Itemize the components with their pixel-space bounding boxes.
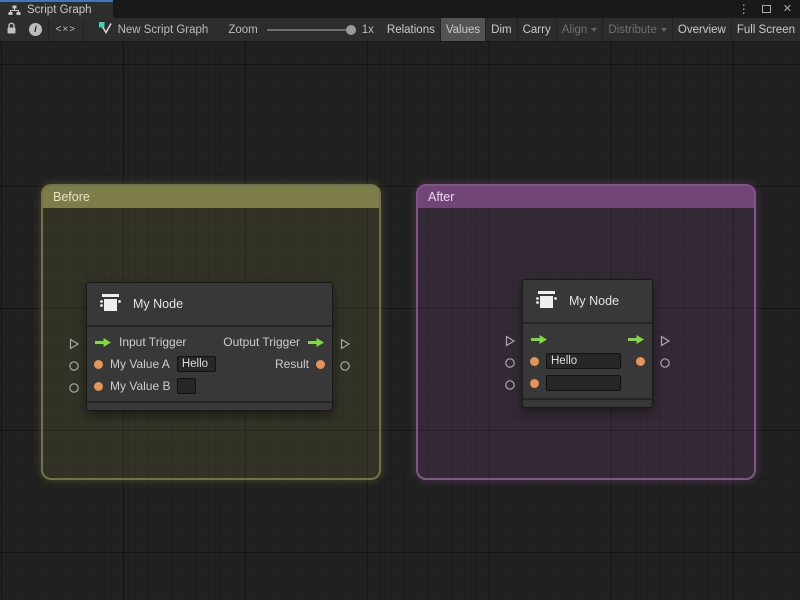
graph-canvas[interactable]: Before After My Node — [0, 42, 800, 600]
node-header[interactable]: My Node — [87, 283, 332, 327]
node-title: My Node — [133, 297, 183, 311]
unit-icon — [534, 288, 559, 315]
external-value-out-marker[interactable] — [659, 357, 671, 369]
external-value-in-marker[interactable] — [504, 379, 516, 391]
group-after-header[interactable]: After — [418, 186, 754, 208]
zoom-slider-knob[interactable] — [346, 25, 356, 35]
tab-bar: Script Graph ⋮ ✕ — [0, 0, 800, 18]
graph-asset: New Script Graph — [98, 18, 209, 41]
node-footer — [523, 398, 652, 407]
value-a-input[interactable] — [177, 356, 216, 372]
external-value-in-marker[interactable] — [68, 382, 80, 394]
close-icon[interactable]: ✕ — [783, 4, 792, 15]
external-value-in-marker[interactable] — [68, 360, 80, 372]
port-row — [523, 350, 652, 372]
value-in-port-icon[interactable] — [94, 360, 103, 369]
chevron-down-icon — [591, 28, 597, 32]
zoom-slider[interactable] — [267, 29, 353, 31]
external-flow-in-marker[interactable] — [504, 335, 516, 347]
code-view-button[interactable]: <×> — [48, 18, 83, 41]
toolbar-toggle-buttons: Relations Values Dim Carry Align Distrib… — [382, 18, 800, 41]
graph-toolbar: i <×> New Script Graph Zoom 1x Relations… — [0, 18, 800, 42]
node-my-node-after[interactable]: My Node — [522, 279, 653, 408]
group-before-header[interactable]: Before — [43, 186, 379, 208]
value-b-input[interactable] — [546, 375, 621, 391]
tab-title: Script Graph — [27, 4, 92, 16]
node-header[interactable]: My Node — [523, 280, 652, 324]
external-value-out-marker[interactable] — [339, 360, 351, 372]
window-controls: ⋮ ✕ — [738, 0, 792, 18]
port-label: Output Trigger — [223, 335, 300, 349]
distribute-dropdown[interactable]: Distribute — [603, 18, 672, 41]
group-title: Before — [53, 190, 90, 204]
maximize-icon[interactable] — [762, 5, 771, 13]
lock-icon — [6, 22, 17, 38]
hierarchy-icon — [8, 5, 21, 16]
dim-button[interactable]: Dim — [486, 18, 516, 41]
external-flow-in-marker[interactable] — [68, 338, 80, 350]
inspect-button[interactable]: i — [23, 18, 48, 41]
port-label: My Value B — [110, 379, 170, 393]
code-icon: <×> — [56, 24, 77, 35]
kebab-menu-icon[interactable]: ⋮ — [738, 3, 750, 15]
graph-asset-name: New Script Graph — [118, 24, 209, 36]
info-icon: i — [29, 23, 42, 36]
port-row: My Value B — [87, 375, 332, 397]
flow-in-port-icon[interactable] — [530, 334, 548, 345]
external-flow-out-marker[interactable] — [339, 338, 351, 350]
overview-button[interactable]: Overview — [673, 18, 731, 41]
external-flow-out-marker[interactable] — [659, 335, 671, 347]
fullscreen-button[interactable]: Full Screen — [732, 18, 800, 41]
value-out-port-icon[interactable] — [636, 357, 645, 366]
port-label: Result — [275, 357, 309, 371]
script-graph-icon — [98, 21, 112, 38]
group-title: After — [428, 190, 454, 204]
carry-button[interactable]: Carry — [518, 18, 556, 41]
node-ports — [523, 324, 652, 398]
chevron-down-icon — [661, 28, 667, 32]
tab-script-graph[interactable]: Script Graph — [0, 0, 113, 18]
port-row — [523, 328, 652, 350]
value-b-input[interactable] — [177, 378, 196, 394]
port-label: My Value A — [110, 357, 170, 371]
align-dropdown[interactable]: Align — [557, 18, 603, 41]
unit-icon — [98, 291, 123, 318]
node-footer — [87, 401, 332, 410]
lock-button[interactable] — [0, 18, 23, 41]
node-title: My Node — [569, 294, 619, 308]
value-in-port-icon[interactable] — [94, 382, 103, 391]
port-row: My Value A Result — [87, 353, 332, 375]
value-in-port-icon[interactable] — [530, 379, 539, 388]
value-out-port-icon[interactable] — [316, 360, 325, 369]
value-in-port-icon[interactable] — [530, 357, 539, 366]
node-ports: Input Trigger Output Trigger My Value A … — [87, 327, 332, 401]
value-a-input[interactable] — [546, 353, 621, 369]
zoom-label: Zoom — [228, 24, 257, 36]
flow-out-port-icon[interactable] — [307, 337, 325, 348]
port-row — [523, 372, 652, 394]
relations-button[interactable]: Relations — [382, 18, 440, 41]
zoom-control: Zoom 1x — [228, 18, 374, 41]
port-label: Input Trigger — [119, 335, 186, 349]
external-value-in-marker[interactable] — [504, 357, 516, 369]
flow-in-port-icon[interactable] — [94, 337, 112, 348]
node-my-node-before[interactable]: My Node Input Trigger Output Trigger — [86, 282, 333, 411]
values-button[interactable]: Values — [441, 18, 485, 41]
zoom-value: 1x — [362, 24, 374, 36]
port-row: Input Trigger Output Trigger — [87, 331, 332, 353]
flow-out-port-icon[interactable] — [627, 334, 645, 345]
